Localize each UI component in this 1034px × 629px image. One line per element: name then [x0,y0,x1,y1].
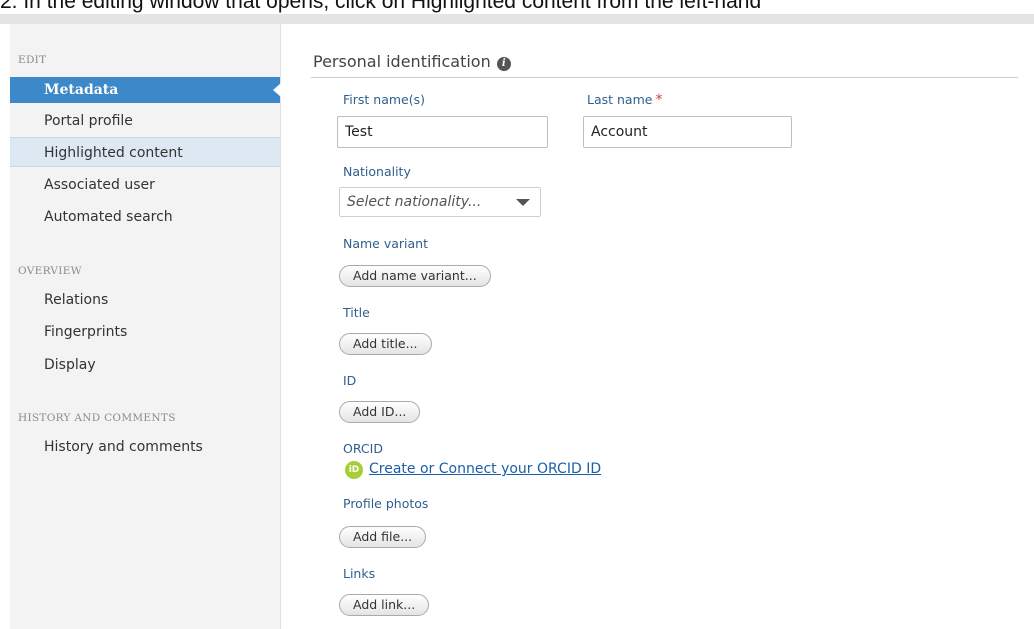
sidebar-item-history-and-comments[interactable]: History and comments [10,432,280,462]
sidebar-item-automated-search[interactable]: Automated search [10,202,280,232]
orcid-icon: iD [345,461,363,479]
last-name-input[interactable] [583,116,792,148]
required-asterisk: * [655,92,663,108]
sidebar-section-overview: OVERVIEW [18,265,82,277]
add-id-button[interactable]: Add ID... [339,401,421,423]
title-label: Title [343,305,370,320]
section-title-text: Personal identification [313,52,491,71]
sidebar-item-display[interactable]: Display [10,350,280,380]
sidebar-item-portal-profile[interactable]: Portal profile [10,106,280,136]
nationality-label: Nationality [343,164,411,179]
id-label: ID [343,373,357,388]
profile-photos-label: Profile photos [343,496,429,511]
nationality-select[interactable]: Select nationality... [339,187,541,217]
sidebar-item-associated-user[interactable]: Associated user [10,170,280,200]
instruction-text: 2. In the editing window that opens, cli… [0,0,762,13]
section-divider [311,77,1018,78]
sidebar-item-highlighted-content[interactable]: Highlighted content [10,137,280,167]
add-name-variant-button[interactable]: Add name variant... [339,265,491,287]
add-link-button[interactable]: Add link... [339,594,430,616]
sidebar: EDIT Metadata Portal profile Highlighted… [10,24,281,629]
top-bar [0,14,1034,24]
sidebar-section-history: HISTORY AND COMMENTS [18,412,176,424]
nationality-placeholder: Select nationality... [347,194,482,210]
add-file-button[interactable]: Add file... [339,526,427,548]
section-title: Personal identification i [313,52,511,71]
main-panel: Personal identification i First name(s) L… [281,24,1034,629]
last-name-label: Last name * [587,92,662,108]
orcid-label: ORCID [343,441,383,456]
name-variant-label: Name variant [343,236,429,251]
sidebar-item-fingerprints[interactable]: Fingerprints [10,317,280,347]
links-label: Links [343,566,376,581]
add-title-button[interactable]: Add title... [339,333,432,355]
last-name-label-text: Last name [587,92,653,107]
first-name-input[interactable] [337,116,548,148]
sidebar-item-relations[interactable]: Relations [10,285,280,315]
chevron-down-icon [516,199,530,206]
sidebar-section-edit: EDIT [18,54,47,66]
sidebar-item-metadata[interactable]: Metadata [10,77,281,103]
info-icon[interactable]: i [496,57,511,71]
first-name-label: First name(s) [343,92,425,107]
orcid-connect-link[interactable]: Create or Connect your ORCID ID [369,461,601,477]
